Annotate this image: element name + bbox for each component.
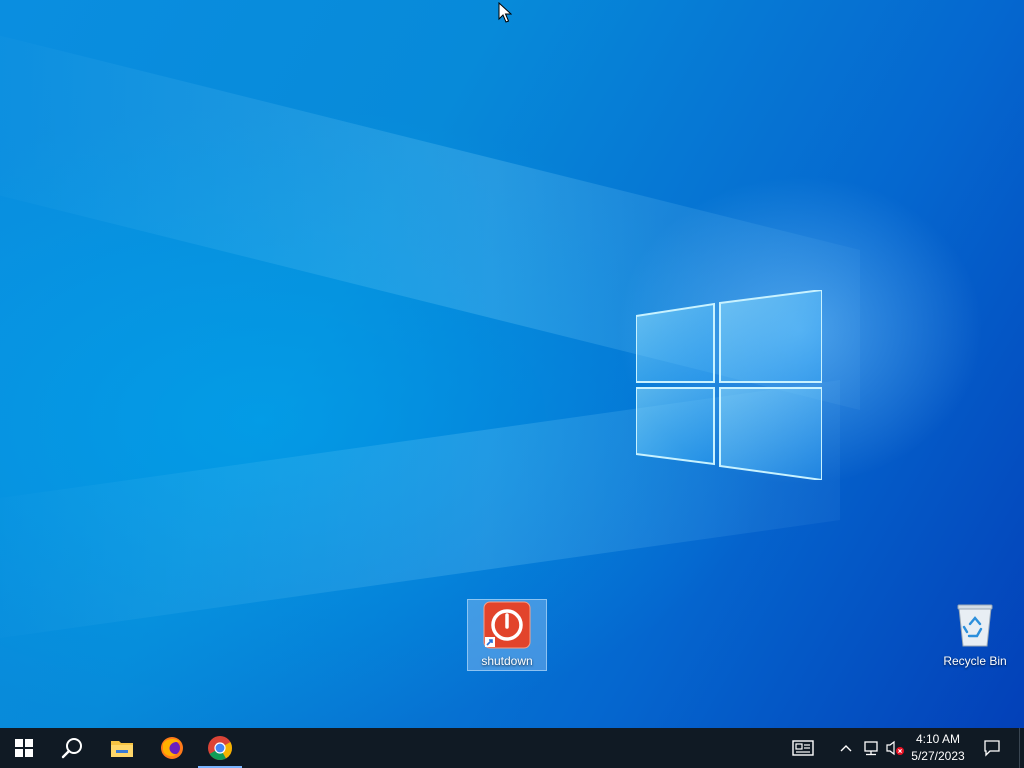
desktop-icon-label: shutdown bbox=[481, 654, 533, 668]
tray-show-hidden-button[interactable] bbox=[836, 728, 856, 768]
show-desktop-button[interactable] bbox=[1019, 728, 1024, 768]
search-button[interactable] bbox=[48, 728, 96, 768]
taskbar-clock[interactable]: 4:10 AM 5/27/2023 bbox=[905, 731, 971, 765]
recycle-bin-icon bbox=[957, 604, 993, 647]
start-button[interactable] bbox=[0, 728, 48, 768]
folder-icon bbox=[111, 741, 133, 757]
desktop-icon-label: Recycle Bin bbox=[943, 654, 1007, 668]
firefox-icon bbox=[161, 737, 183, 759]
desktop-background[interactable]: shutdown Recycle Bin bbox=[0, 0, 1024, 728]
news-icon bbox=[792, 740, 814, 756]
chevron-up-icon bbox=[840, 745, 852, 752]
clock-date: 5/27/2023 bbox=[911, 749, 965, 763]
mouse-cursor-icon bbox=[498, 2, 512, 23]
clock-time: 4:10 AM bbox=[915, 732, 961, 746]
network-icon bbox=[864, 741, 878, 756]
windows-start-icon bbox=[15, 739, 33, 757]
tray-volume-button[interactable] bbox=[884, 728, 906, 768]
notification-icon bbox=[984, 740, 1000, 757]
power-icon bbox=[483, 601, 531, 649]
search-icon bbox=[61, 738, 82, 759]
taskbar: 4:10 AM 5/27/2023 bbox=[0, 728, 1024, 768]
desktop-icon-recycle-bin[interactable]: Recycle Bin bbox=[936, 600, 1014, 670]
tray-network-button[interactable] bbox=[860, 728, 882, 768]
taskbar-file-explorer[interactable] bbox=[98, 728, 146, 768]
desktop-icon-shutdown[interactable]: shutdown bbox=[467, 599, 547, 671]
action-center-button[interactable] bbox=[978, 728, 1006, 768]
taskbar-chrome[interactable] bbox=[196, 728, 244, 768]
volume-muted-icon bbox=[886, 740, 904, 756]
chrome-icon bbox=[208, 736, 232, 761]
tray-news-button[interactable] bbox=[788, 728, 818, 768]
windows-logo-wallpaper bbox=[636, 290, 822, 480]
taskbar-firefox[interactable] bbox=[148, 728, 196, 768]
